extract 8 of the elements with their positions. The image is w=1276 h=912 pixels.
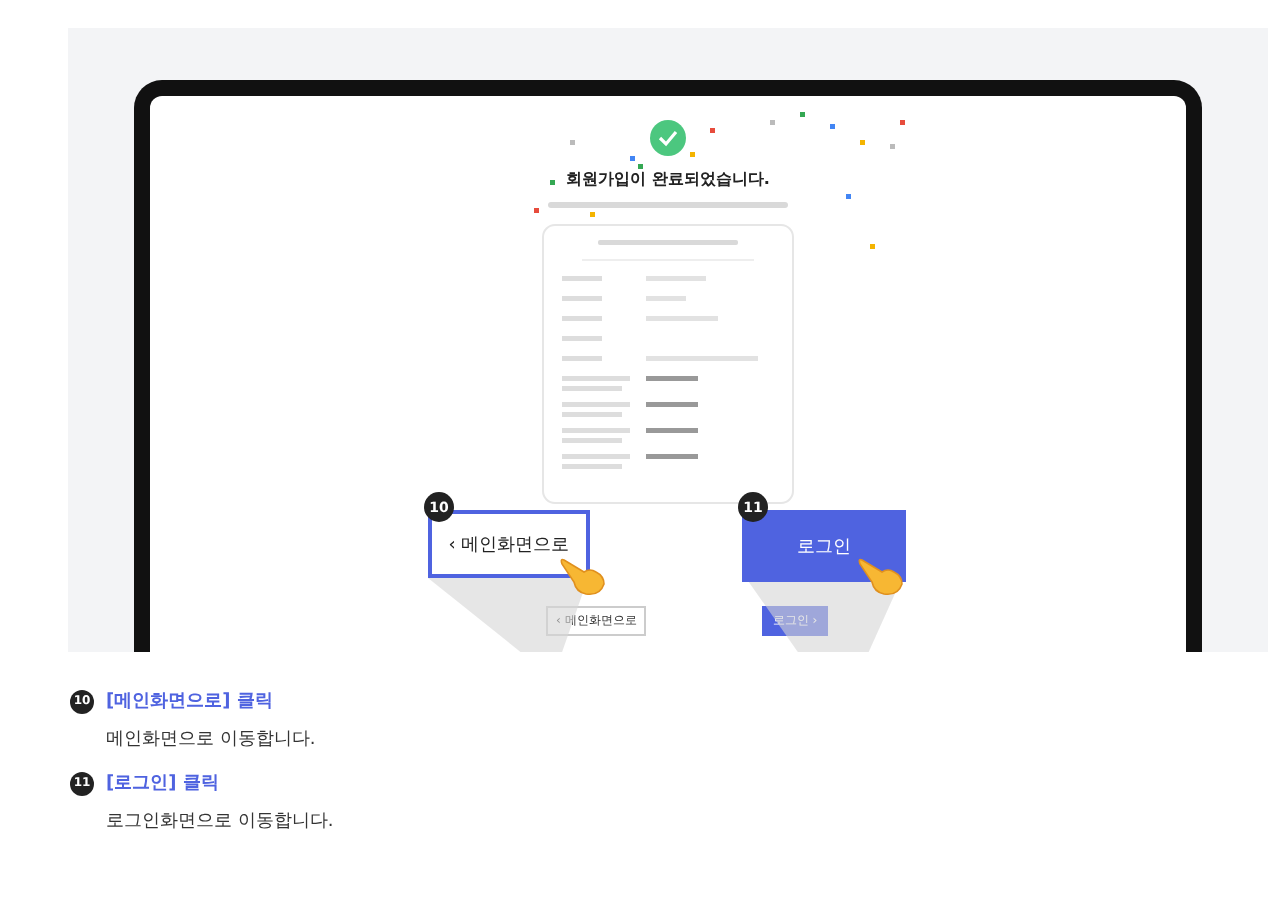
check-icon [650,120,686,156]
login-callout-button[interactable]: 로그인 [742,510,906,582]
main-screen-callout-button[interactable]: ‹ 메인화면으로 [428,510,590,578]
step-description: 메인화면으로 이동합니다. [106,728,318,752]
step-title: [메인화면으로] 클릭 [106,690,273,714]
step-title: [로그인] 클릭 [106,772,219,796]
completion-title: 회원가입이 완료되었습니다. [566,168,770,190]
step-description: 로그인화면으로 이동합니다. [106,810,336,834]
